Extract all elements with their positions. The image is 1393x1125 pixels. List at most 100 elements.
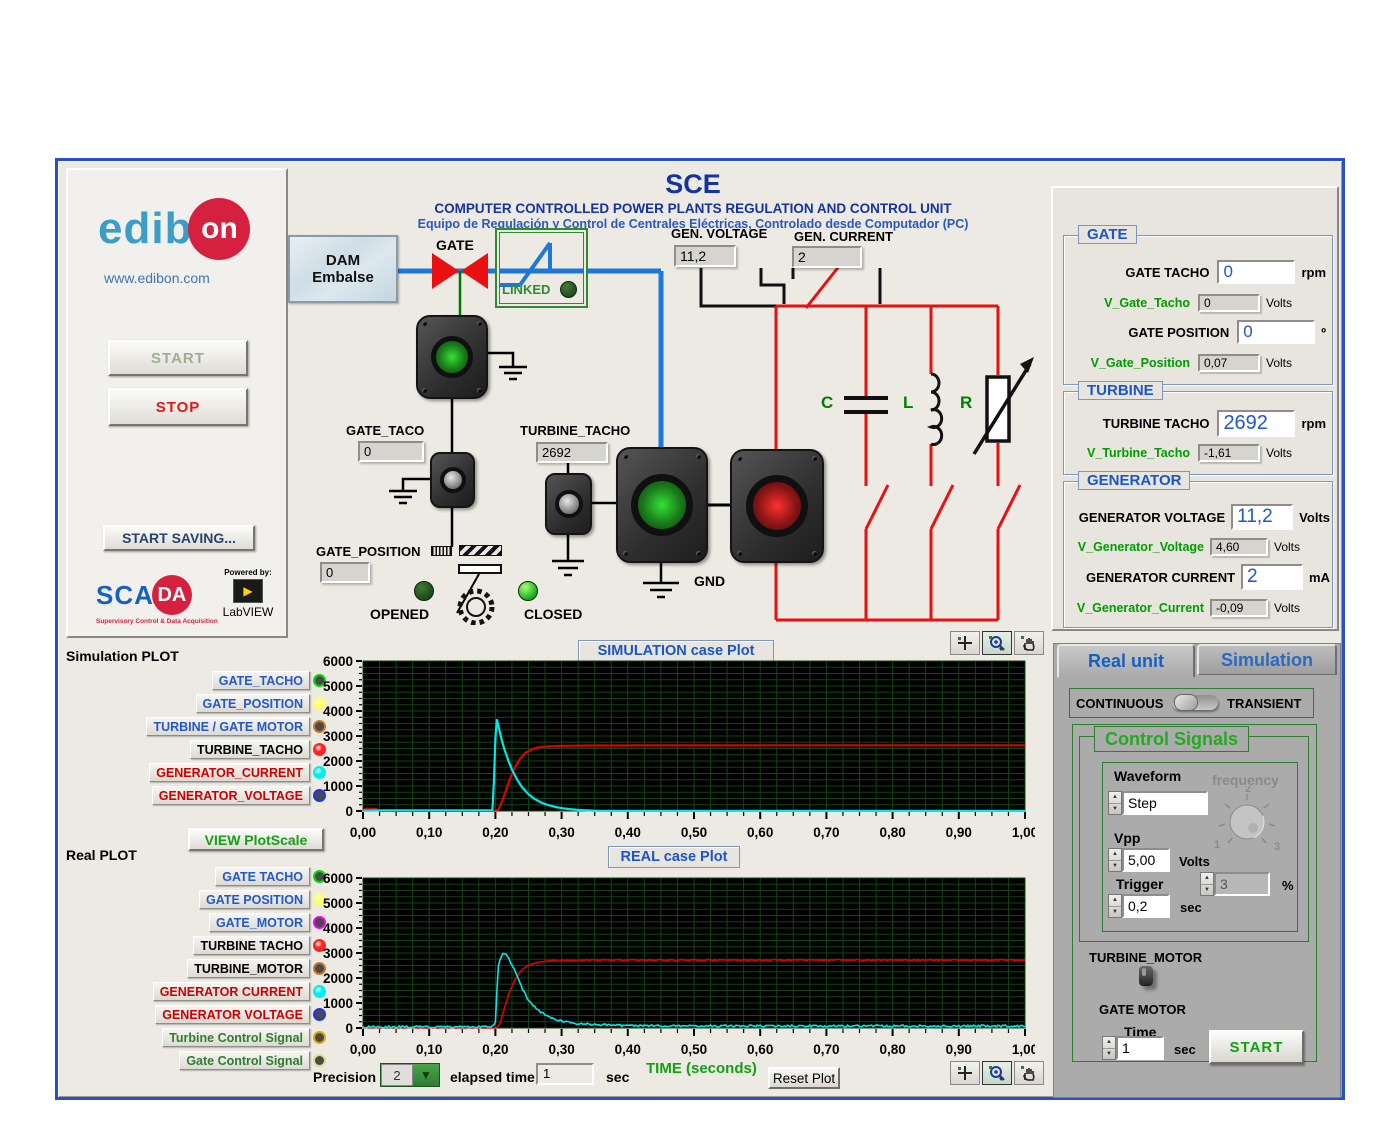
svg-text:3000: 3000: [323, 946, 353, 961]
time-spinner[interactable]: ▲▼: [1102, 1036, 1116, 1060]
generator-voltage-unit: Volts: [1299, 510, 1330, 525]
legend-button-generator-voltage[interactable]: GENERATOR_VOLTAGE: [152, 786, 310, 805]
waveform-label: Waveform: [1114, 768, 1181, 784]
gate-tacho-field-label: GATE TACHO: [1125, 265, 1209, 280]
real-zoom-tool-icon[interactable]: [982, 1061, 1012, 1085]
real-pan-tool-icon[interactable]: [1014, 1061, 1044, 1085]
legend-row: Turbine Control Signal: [68, 1028, 326, 1047]
v-turbine-tacho-label: V_Turbine_Tacho: [1087, 446, 1190, 460]
gate-position-field-label: GATE POSITION: [1128, 325, 1229, 340]
transient-label: TRANSIENT: [1227, 696, 1301, 711]
v-gate-tacho-unit: Volts: [1266, 296, 1292, 310]
legend-button-generator-current[interactable]: GENERATOR CURRENT: [153, 982, 310, 1001]
sim-pan-tool-icon[interactable]: [1014, 631, 1044, 655]
legend-row: GENERATOR CURRENT: [68, 982, 326, 1001]
trigger-unit: sec: [1180, 900, 1202, 915]
legend-button-generator-current[interactable]: GENERATOR_CURRENT: [149, 763, 310, 782]
waveform-control[interactable]: ▲▼ Step: [1108, 791, 1208, 815]
turbine-motor: [616, 447, 708, 563]
gear-icon: [444, 581, 508, 625]
v-gate-tacho-value: 0: [1198, 294, 1260, 312]
legend-button-gate-motor[interactable]: GATE_MOTOR: [209, 913, 310, 932]
position-sensor-plate: [458, 564, 502, 574]
trigger-spinner[interactable]: ▲▼: [1108, 894, 1122, 918]
legend-button-gate-control-signal[interactable]: Gate Control Signal: [179, 1051, 310, 1070]
precision-dropdown[interactable]: 2 ▼: [380, 1063, 440, 1087]
legend-button-generator-voltage[interactable]: GENERATOR VOLTAGE: [155, 1005, 310, 1024]
real-cursor-tool-icon[interactable]: [950, 1061, 980, 1085]
frequency-percent-value: 3: [1214, 872, 1270, 896]
frequency-knob[interactable]: 2 1 3: [1212, 786, 1282, 852]
gate-motor-start-button[interactable]: START: [1209, 1030, 1304, 1064]
time-value[interactable]: 1: [1116, 1036, 1164, 1060]
trigger-value[interactable]: 0,2: [1122, 894, 1170, 918]
svg-text:1,00: 1,00: [1012, 825, 1035, 840]
legend-button-turbine-gate-motor[interactable]: TURBINE / GATE MOTOR: [146, 717, 310, 736]
sim-cursor-tool-icon[interactable]: [950, 631, 980, 655]
sim-zoom-tool-icon[interactable]: [982, 631, 1012, 655]
reset-plot-button[interactable]: Reset Plot: [768, 1067, 840, 1089]
generator-current-field[interactable]: 2: [1241, 564, 1303, 590]
continuous-transient-toggle[interactable]: [1172, 695, 1218, 710]
turbine-tacho-field[interactable]: 2692: [1217, 410, 1295, 437]
elapsed-time-label: elapsed time: [450, 1069, 535, 1085]
tab-real-unit[interactable]: Real unit: [1057, 644, 1195, 678]
generator-motor: [730, 449, 824, 563]
generator-current-field-label: GENERATOR CURRENT: [1086, 570, 1235, 585]
v-generator-voltage-value: 4,60: [1210, 538, 1268, 556]
waveform-value[interactable]: Step: [1122, 791, 1208, 815]
gate-position-unit: º: [1321, 325, 1326, 340]
legend-row: GENERATOR VOLTAGE: [68, 1005, 326, 1024]
turbine-tacho-sensor: [545, 473, 592, 535]
closed-label: CLOSED: [524, 606, 582, 622]
closed-led: [518, 581, 538, 601]
legend-button-gate-tacho[interactable]: GATE_TACHO: [212, 671, 310, 690]
gate-tacho-field[interactable]: 0: [1217, 260, 1295, 284]
opened-label: OPENED: [370, 606, 429, 622]
svg-text:0: 0: [345, 1021, 353, 1036]
app-window: edib on www.edibon.com START STOP START …: [55, 158, 1345, 1100]
svg-text:0,90: 0,90: [946, 825, 972, 840]
legend-row: GATE POSITION: [68, 890, 326, 909]
vpp-unit: Volts: [1179, 854, 1210, 869]
turbine-motor-switch[interactable]: [1139, 966, 1153, 986]
inductor-label: L: [903, 393, 913, 413]
legend-button-turbine-tacho[interactable]: TURBINE TACHO: [193, 936, 310, 955]
vpp-value[interactable]: 5,00: [1122, 848, 1170, 872]
trigger-control[interactable]: ▲▼ 0,2: [1108, 894, 1170, 918]
generator-current-unit: mA: [1309, 570, 1330, 585]
legend-button-gate-tacho[interactable]: GATE TACHO: [215, 867, 310, 886]
elapsed-time-value: 1: [536, 1063, 594, 1085]
legend-row: GATE_POSITION: [68, 694, 326, 713]
vpp-control[interactable]: ▲▼ 5,00: [1108, 848, 1170, 872]
legend-button-turbine-motor[interactable]: TURBINE_MOTOR: [187, 959, 310, 978]
view-plotscale-button[interactable]: VIEW PlotScale: [188, 828, 324, 851]
vpp-spinner[interactable]: ▲▼: [1108, 848, 1122, 872]
control-signals-title: Control Signals: [1094, 726, 1249, 752]
legend-button-gate-position[interactable]: GATE POSITION: [199, 890, 310, 909]
frequency-percent-control[interactable]: ▲▼ 3: [1200, 872, 1270, 896]
svg-text:2: 2: [1245, 786, 1251, 795]
waveform-spinner[interactable]: ▲▼: [1108, 791, 1122, 815]
linked-label: LINKED: [502, 282, 550, 297]
simulation-plot-label: Simulation PLOT: [66, 648, 179, 664]
legend-row: TURBINE / GATE MOTOR: [68, 717, 326, 736]
legend-button-turbine-control-signal[interactable]: Turbine Control Signal: [162, 1028, 310, 1047]
svg-text:0,70: 0,70: [813, 825, 839, 840]
legend-button-gate-position[interactable]: GATE_POSITION: [196, 694, 310, 713]
legend-button-turbine-tacho[interactable]: TURBINE_TACHO: [190, 740, 310, 759]
turbine-motor-label: TURBINE_MOTOR: [1089, 950, 1202, 965]
gate-position-field[interactable]: 0: [1237, 320, 1315, 344]
screen: edib on www.edibon.com START STOP START …: [0, 0, 1393, 1125]
svg-text:1000: 1000: [323, 996, 353, 1011]
svg-text:0,10: 0,10: [416, 825, 442, 840]
legend-row: GATE TACHO: [68, 867, 326, 886]
tab-simulation[interactable]: Simulation: [1197, 644, 1337, 675]
generator-voltage-field[interactable]: 11,2: [1231, 504, 1293, 530]
legend-row: TURBINE_MOTOR: [68, 959, 326, 978]
frequency-percent-spinner[interactable]: ▲▼: [1200, 872, 1214, 896]
v-gate-position-label: V_Gate_Position: [1091, 356, 1190, 370]
turbine-tacho-unit: rpm: [1301, 416, 1326, 431]
real-graph-tools: [950, 1061, 1044, 1085]
time-control[interactable]: ▲▼ 1: [1102, 1036, 1164, 1060]
